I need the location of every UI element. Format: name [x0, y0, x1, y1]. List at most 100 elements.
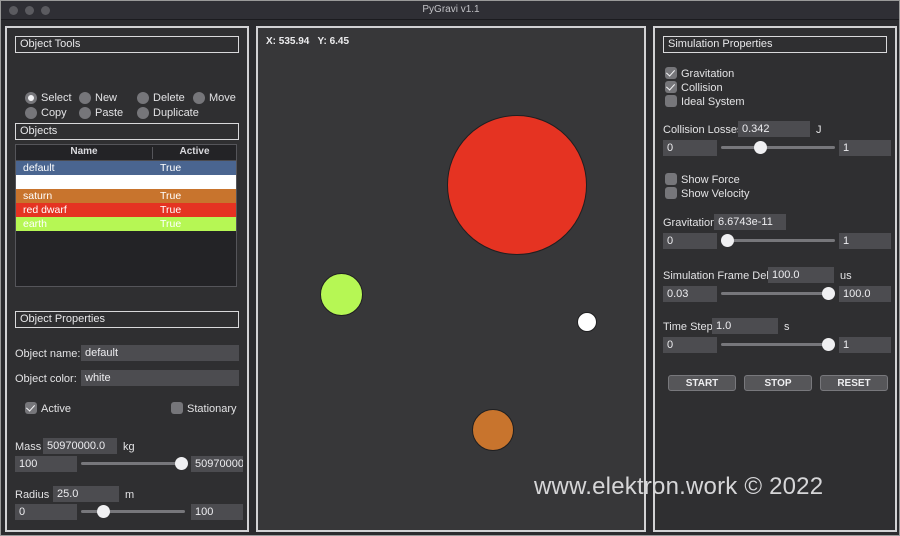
collision-losses-slider-knob[interactable] [754, 141, 767, 154]
simulation-body[interactable] [577, 312, 597, 332]
time-step-unit: s [784, 321, 790, 333]
frame-delay-unit: us [840, 270, 852, 282]
checkbox-show-force[interactable] [665, 173, 677, 185]
table-row[interactable] [16, 175, 236, 189]
checkbox-label-show-velocity: Show Velocity [681, 188, 750, 200]
collision-losses-min-input[interactable]: 0 [663, 140, 717, 156]
frame-delay-input[interactable]: 100.0 [768, 267, 834, 283]
time-step-min-input[interactable]: 0 [663, 337, 717, 353]
radio-move[interactable] [193, 92, 205, 104]
stop-button[interactable]: STOP [744, 375, 812, 391]
objects-list-body: default True saturn True red dwarf True earth T… [16, 161, 236, 231]
mass-slider-knob[interactable] [175, 457, 188, 470]
table-row[interactable]: red dwarf True [16, 203, 236, 217]
gravitation-min-input[interactable]: 0 [663, 233, 717, 249]
radius-min-input[interactable]: 0 [15, 504, 77, 520]
collision-losses-input[interactable]: 0.342 [738, 121, 810, 137]
gravitation-slider-knob[interactable] [721, 234, 734, 247]
time-step-slider[interactable] [721, 343, 835, 346]
radio-label-select: Select [41, 92, 72, 104]
table-row[interactable]: saturn True [16, 189, 236, 203]
coord-y-label: Y: [317, 36, 327, 47]
mass-min-input[interactable]: 100 [15, 456, 77, 472]
radio-paste[interactable] [79, 107, 91, 119]
frame-delay-slider[interactable] [721, 292, 835, 295]
radius-slider-knob[interactable] [97, 505, 110, 518]
object-tools-title: Object Tools [15, 36, 239, 53]
table-cell-active: True [160, 218, 182, 230]
checkbox-show-velocity[interactable] [665, 187, 677, 199]
checkbox-label-gravitation: Gravitation [681, 68, 735, 80]
reset-button[interactable]: RESET [820, 375, 888, 391]
collision-losses-unit: J [816, 124, 822, 136]
gravitation-max-input[interactable]: 1 [839, 233, 891, 249]
gravitation-constant-input[interactable]: 6.6743e-11 [714, 214, 786, 230]
left-panel: Object Tools Select New Delete Move Copy… [5, 26, 249, 532]
table-row[interactable]: default True [16, 161, 236, 175]
simulation-canvas[interactable]: X: 535.94 Y: 6.45 [258, 28, 644, 530]
objects-list[interactable]: Name Active default True saturn True red dwa… [15, 144, 237, 287]
table-cell-name: earth [23, 218, 47, 230]
object-properties-title: Object Properties [15, 311, 239, 328]
collision-losses-max-input[interactable]: 1 [839, 140, 891, 156]
mass-input[interactable]: 50970000.0 [43, 438, 117, 454]
radius-max-input[interactable]: 100 [191, 504, 243, 520]
radio-label-copy: Copy [41, 107, 67, 119]
application-window: PyGravi v1.1 Object Tools Select New Del… [0, 0, 900, 536]
time-step-max-input[interactable]: 1 [839, 337, 891, 353]
table-row[interactable]: earth True [16, 217, 236, 231]
object-name-input[interactable]: default [81, 345, 239, 361]
checkbox-label-ideal-system: Ideal System [681, 96, 745, 108]
start-button[interactable]: START [668, 375, 736, 391]
gravitation-slider[interactable] [721, 239, 835, 242]
checkbox-label-stationary: Stationary [187, 403, 237, 415]
gravitation-constant-label: Gravitation [663, 217, 717, 229]
radio-label-duplicate: Duplicate [153, 107, 199, 119]
simulation-body[interactable] [319, 272, 363, 316]
checkbox-ideal-system[interactable] [665, 95, 677, 107]
radio-select[interactable] [25, 92, 37, 104]
radio-label-move: Move [209, 92, 236, 104]
mass-max-input[interactable]: 50970000. [191, 456, 243, 472]
simulation-properties-title: Simulation Properties [663, 36, 887, 53]
table-cell-name: default [23, 162, 55, 174]
radius-input[interactable]: 25.0 [53, 486, 119, 502]
object-color-input[interactable]: white [81, 370, 239, 386]
radius-unit: m [125, 489, 135, 501]
frame-delay-slider-knob[interactable] [822, 287, 835, 300]
title-bar: PyGravi v1.1 [1, 1, 899, 20]
frame-delay-label: Simulation Frame Delay [663, 270, 781, 282]
table-cell-name: red dwarf [23, 204, 67, 216]
checkbox-active[interactable] [25, 402, 37, 414]
cursor-coordinates: X: 535.94 Y: 6.45 [266, 36, 349, 47]
frame-delay-min-input[interactable]: 0.03 [663, 286, 717, 302]
table-cell-active: True [160, 190, 182, 202]
radio-delete[interactable] [137, 92, 149, 104]
simulation-body[interactable] [447, 115, 587, 255]
coord-x-value: 535.94 [278, 36, 310, 47]
time-step-input[interactable]: 1.0 [712, 318, 778, 334]
column-header-active: Active [179, 146, 210, 157]
radio-duplicate[interactable] [137, 107, 149, 119]
time-step-slider-knob[interactable] [822, 338, 835, 351]
radio-new[interactable] [79, 92, 91, 104]
objects-title: Objects [15, 123, 239, 140]
checkbox-label-show-force: Show Force [681, 174, 740, 186]
radio-label-paste: Paste [95, 107, 124, 119]
table-cell-name: saturn [23, 190, 53, 202]
time-step-label: Time Step [663, 321, 713, 333]
simulation-body[interactable] [472, 409, 514, 451]
checkbox-stationary[interactable] [171, 402, 183, 414]
right-panel: Simulation Properties Gravitation Collis… [653, 26, 897, 532]
radio-copy[interactable] [25, 107, 37, 119]
checkbox-gravitation[interactable] [665, 67, 677, 79]
frame-delay-max-input[interactable]: 100.0 [839, 286, 891, 302]
table-cell-active: True [160, 204, 182, 216]
object-color-label: Object color: [15, 373, 77, 385]
mass-slider[interactable] [81, 462, 185, 465]
mass-label: Mass [15, 441, 42, 453]
coord-x-label: X: [266, 36, 276, 47]
simulation-canvas-panel: X: 535.94 Y: 6.45 [256, 26, 646, 532]
collision-losses-slider[interactable] [721, 146, 835, 149]
checkbox-collision[interactable] [665, 81, 677, 93]
